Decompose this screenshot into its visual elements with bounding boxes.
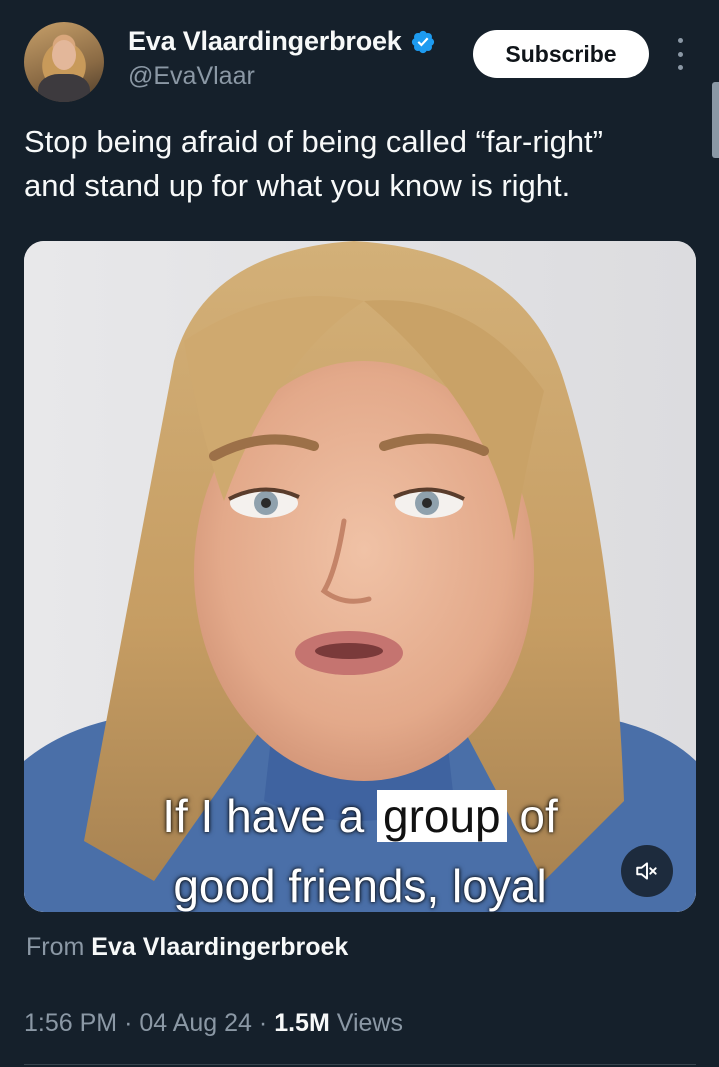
divider (24, 1064, 696, 1065)
avatar-body (38, 74, 90, 102)
meta-separator: · (258, 1009, 268, 1037)
caption-highlighted-word: group (376, 790, 507, 842)
video-caption-line: If I have a group of (24, 789, 696, 843)
verified-badge-icon (411, 30, 434, 53)
caption-text: If I have a (162, 790, 377, 842)
muted-speaker-icon (636, 862, 657, 880)
more-vertical-icon[interactable] (670, 38, 690, 70)
author-display-name[interactable]: Eva Vlaardingerbroek (128, 26, 402, 57)
tweet-text-line: and stand up for what you know is right. (24, 168, 571, 203)
scrollbar-thumb[interactable] (712, 82, 719, 158)
meta-separator: · (124, 1009, 133, 1037)
more-dot (677, 51, 683, 57)
more-dot (677, 65, 683, 70)
more-dot (677, 38, 683, 43)
tweet-text: Stop being afraid of being called “far-r… (24, 120, 684, 208)
subscribe-button[interactable]: Subscribe (473, 30, 649, 78)
video-attribution: From Eva Vlaardingerbroek (26, 933, 348, 962)
video-player[interactable]: If I have a group of good friends, loyal (24, 241, 696, 912)
unmute-button[interactable] (621, 845, 673, 897)
tweet-date[interactable]: 04 Aug 24 (139, 1009, 252, 1037)
video-caption-line: good friends, loyal (173, 860, 547, 912)
attribution-author-link[interactable]: Eva Vlaardingerbroek (91, 933, 348, 961)
tweet-text-line: Stop being afraid of being called “far-r… (24, 124, 603, 159)
tweet-time[interactable]: 1:56 PM (24, 1009, 117, 1037)
author-handle[interactable]: @EvaVlaar (128, 62, 255, 91)
author-name-row[interactable]: Eva Vlaardingerbroek (128, 26, 436, 57)
author-avatar[interactable] (24, 22, 104, 102)
avatar-face (52, 40, 76, 70)
views-label: Views (336, 1009, 403, 1037)
views-count: 1.5M (274, 1009, 330, 1037)
caption-text: of (506, 790, 558, 842)
from-label: From (26, 933, 85, 961)
tweet-meta: 1:56 PM · 04 Aug 24 · 1.5M Views (24, 1009, 403, 1038)
